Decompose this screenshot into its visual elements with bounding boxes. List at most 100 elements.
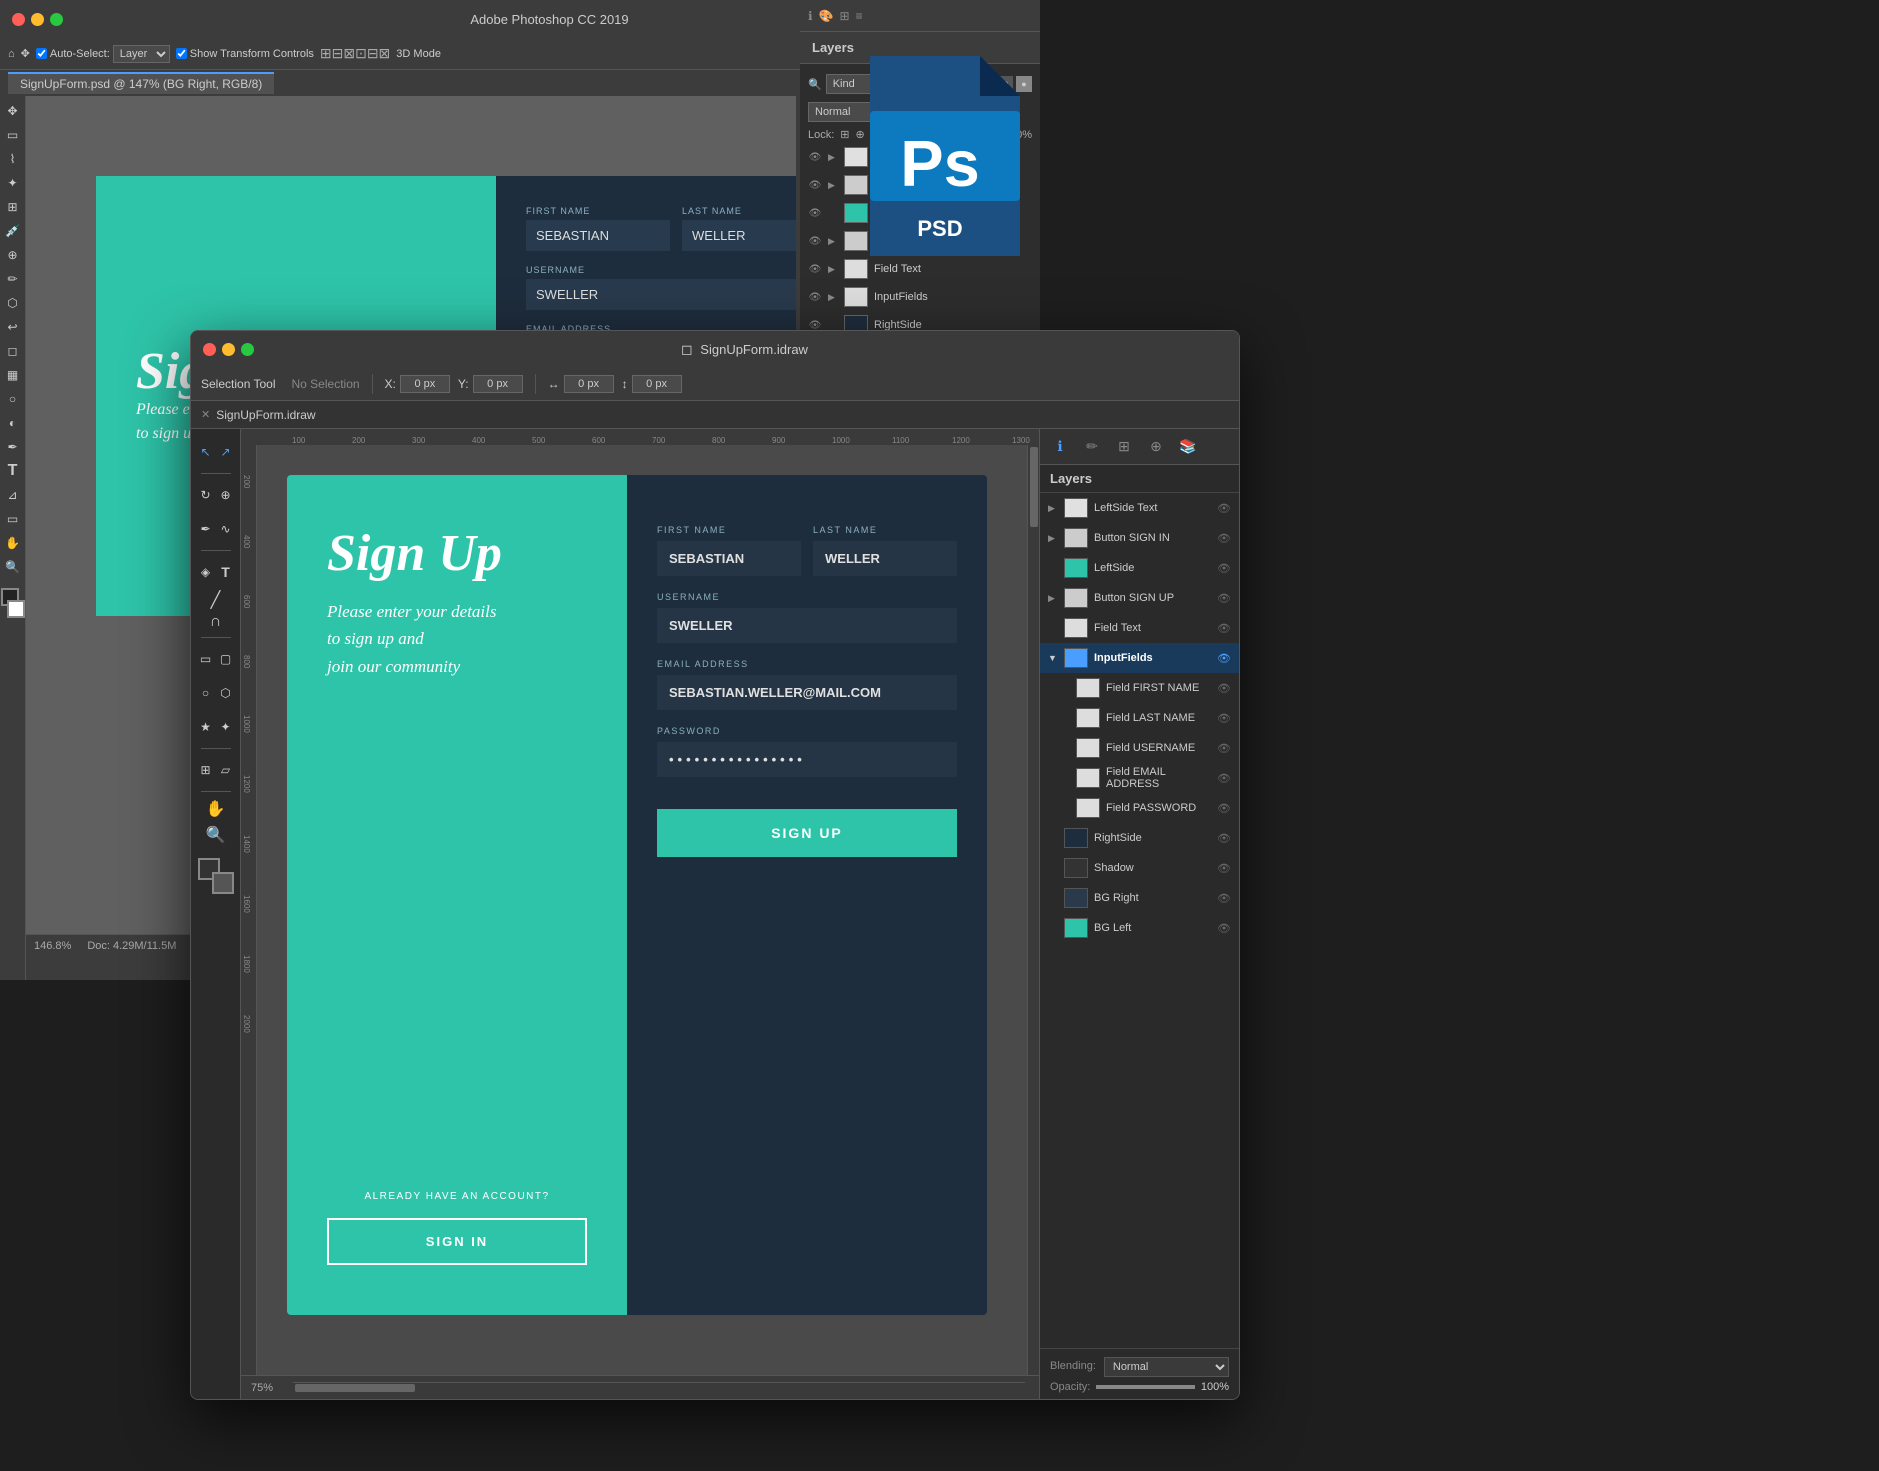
idraw-polygon-tool[interactable]: ⬡	[217, 678, 235, 708]
idraw-slice-tool[interactable]: ▱	[217, 755, 235, 785]
ps-hand-tool[interactable]: ✋	[2, 532, 24, 554]
idraw-layer-field-text[interactable]: Field Text 👁	[1040, 613, 1239, 643]
idraw-y-input[interactable]	[473, 375, 523, 393]
show-transform-checkbox[interactable]	[176, 48, 187, 59]
idraw-vector-tool[interactable]: ⊞	[197, 755, 215, 785]
idraw-vis-icon[interactable]: 👁	[1217, 742, 1231, 755]
ps-zoom-tool[interactable]: 🔍	[2, 556, 24, 578]
idraw-vis-icon[interactable]: 👁	[1217, 922, 1231, 935]
close-button[interactable]	[12, 13, 25, 26]
idraw-pen-tool[interactable]: ✒	[197, 514, 215, 544]
idraw-v-scroll-thumb[interactable]	[1030, 447, 1038, 527]
ps-lastname-input[interactable]: WELLER	[682, 220, 796, 251]
idraw-vis-icon[interactable]: 👁	[1217, 832, 1231, 845]
ps-eraser-tool[interactable]: ◻	[2, 340, 24, 362]
ps-shape-tool[interactable]: ▭	[2, 508, 24, 530]
idraw-layer-shadow[interactable]: Shadow 👁	[1040, 853, 1239, 883]
idraw-scale-tool[interactable]: ⊕	[217, 480, 235, 510]
idraw-grid-icon[interactable]: ⊞	[1112, 435, 1136, 459]
ps-panel-info-icon[interactable]: ℹ	[808, 9, 813, 23]
idraw-tab-name[interactable]: SignUpForm.idraw	[216, 408, 315, 422]
move-tool-icon[interactable]: ✥	[21, 47, 30, 60]
ps-panel-grid-icon[interactable]: ⊞	[840, 9, 850, 23]
ps-lasso-tool[interactable]: ⌇	[2, 148, 24, 170]
idraw-layer-bgleft[interactable]: BG Left 👁	[1040, 913, 1239, 943]
ps-blur-tool[interactable]: ○	[2, 388, 24, 410]
layer-vis-icon[interactable]: 👁	[808, 290, 822, 304]
3d-mode[interactable]: 3D Mode	[396, 48, 441, 60]
layer-vis-icon[interactable]: 👁	[808, 262, 822, 276]
idraw-text-tool[interactable]: T	[217, 557, 235, 587]
idraw-firstname-input[interactable]: SEBASTIAN	[657, 541, 801, 576]
idraw-layer-button-signup[interactable]: ▶ Button SIGN UP 👁	[1040, 583, 1239, 613]
idraw-vis-icon[interactable]: 👁	[1217, 802, 1231, 815]
layer-expand-icon[interactable]: ▶	[828, 236, 838, 247]
idraw-vis-icon[interactable]: 👁	[1217, 892, 1231, 905]
idraw-x-input[interactable]	[400, 375, 450, 393]
idraw-direct-select-tool[interactable]: ↗	[217, 437, 235, 467]
idraw-vis-icon[interactable]: 👁	[1217, 772, 1231, 785]
layer-vis-icon[interactable]: 👁	[808, 150, 822, 164]
ps-crop-tool[interactable]: ⊞	[2, 196, 24, 218]
idraw-pattern-tool[interactable]: ◈	[197, 557, 215, 587]
idraw-layer-field-firstname[interactable]: Field FIRST NAME 👁	[1040, 673, 1239, 703]
layer-expand-icon[interactable]: ▶	[828, 180, 838, 191]
ps-panel-layers-icon[interactable]: ≡	[856, 9, 863, 23]
idraw-layer-field-email[interactable]: Field EMAIL ADDRESS 👁	[1040, 763, 1239, 793]
ps-pen-tool[interactable]: ✒	[2, 436, 24, 458]
idraw-line-tool[interactable]: ╱	[198, 591, 234, 609]
layer-item-inputfields[interactable]: 👁 ▶ InputFields	[800, 283, 1040, 311]
idraw-layer-leftside-text[interactable]: ▶ LeftSide Text 👁	[1040, 493, 1239, 523]
idraw-component-icon[interactable]: ⊕	[1144, 435, 1168, 459]
layer-select[interactable]: Layer Group	[113, 45, 170, 63]
idraw-library-icon[interactable]: 📚	[1176, 435, 1200, 459]
idraw-v-scrollbar[interactable]	[1027, 445, 1039, 1375]
idraw-vis-icon[interactable]: 👁	[1217, 682, 1231, 695]
idraw-blend-select[interactable]: Normal	[1104, 1357, 1229, 1377]
idraw-expand-icon[interactable]: ▼	[1048, 653, 1058, 663]
idraw-h-scrollbar[interactable]	[293, 1382, 1025, 1394]
idraw-bezier-tool[interactable]: ∿	[217, 514, 235, 544]
idraw-h-scroll-thumb[interactable]	[295, 1384, 415, 1392]
idraw-layer-button-signin[interactable]: ▶ Button SIGN IN 👁	[1040, 523, 1239, 553]
idraw-expand-icon[interactable]: ▶	[1048, 533, 1058, 544]
ps-stamp-tool[interactable]: ⬡	[2, 292, 24, 314]
idraw-layer-field-lastname[interactable]: Field LAST NAME 👁	[1040, 703, 1239, 733]
idraw-freehand-tool[interactable]: ✦	[217, 712, 235, 742]
layer-vis-icon[interactable]: 👁	[808, 178, 822, 192]
layer-vis-icon[interactable]: 👁	[808, 206, 822, 220]
ps-brush-tool[interactable]: ✏	[2, 268, 24, 290]
idraw-email-input[interactable]: SEBASTIAN.WELLER@MAIL.COM	[657, 675, 957, 710]
idraw-layer-field-username[interactable]: Field USERNAME 👁	[1040, 733, 1239, 763]
ps-path-tool[interactable]: ⊿	[2, 484, 24, 506]
layer-expand-icon[interactable]: ▶	[828, 264, 838, 275]
idraw-vis-icon[interactable]: 👁	[1217, 532, 1231, 545]
minimize-button[interactable]	[31, 13, 44, 26]
auto-select-checkbox[interactable]	[36, 48, 47, 59]
ps-move-tool[interactable]: ✥	[2, 100, 24, 122]
idraw-lastname-input[interactable]: WELLER	[813, 541, 957, 576]
idraw-curve-tool[interactable]: ∩	[198, 613, 234, 631]
idraw-stroke-swatch[interactable]	[212, 872, 234, 894]
lock-pixel-icon[interactable]: ⊞	[840, 128, 849, 141]
idraw-vis-icon[interactable]: 👁	[1217, 502, 1231, 515]
idraw-w-input[interactable]	[564, 375, 614, 393]
idraw-vis-icon[interactable]: 👁	[1217, 622, 1231, 635]
ps-gradient-tool[interactable]: ▦	[2, 364, 24, 386]
idraw-vis-icon[interactable]: 👁	[1217, 562, 1231, 575]
idraw-hand-tool[interactable]: ✋	[198, 798, 234, 820]
idraw-rect-tool[interactable]: ▭	[197, 644, 215, 674]
idraw-signin-button[interactable]: SIGN IN	[327, 1218, 587, 1265]
idraw-minimize-button[interactable]	[222, 343, 235, 356]
idraw-opacity-slider[interactable]	[1096, 1385, 1195, 1389]
idraw-username-input[interactable]: SWELLER	[657, 608, 957, 643]
idraw-canvas[interactable]: Sign Up Please enter your details to sig…	[257, 445, 1027, 1375]
idraw-vis-icon[interactable]: 👁	[1217, 592, 1231, 605]
layer-expand-icon[interactable]: ▶	[828, 152, 838, 163]
idraw-layer-bgright[interactable]: BG Right 👁	[1040, 883, 1239, 913]
idraw-layer-leftside[interactable]: LeftSide 👁	[1040, 553, 1239, 583]
ps-username-input[interactable]: SWELLER	[526, 279, 796, 310]
idraw-vis-icon[interactable]: 👁	[1217, 652, 1231, 665]
layer-vis-icon[interactable]: 👁	[808, 234, 822, 248]
ps-dodge-tool[interactable]: ◐	[2, 412, 24, 434]
